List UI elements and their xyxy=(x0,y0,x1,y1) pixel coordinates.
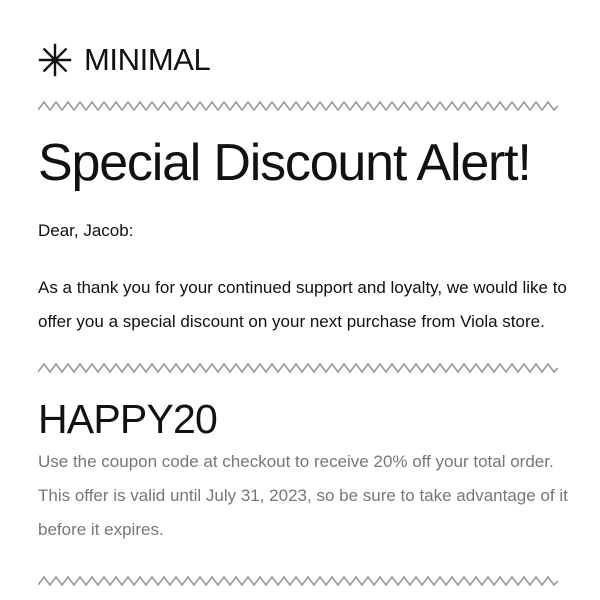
coupon-instruction: Use the coupon code at checkout to recei… xyxy=(38,452,554,471)
brand-name: MINIMAL xyxy=(84,42,211,77)
zigzag-divider-bottom xyxy=(38,575,558,587)
coupon-validity: This offer is valid until July 31, 2023,… xyxy=(38,486,568,539)
discount-email: MINIMAL Special Discount Alert! Dear, Ja… xyxy=(0,0,600,600)
zigzag-divider-top xyxy=(38,100,558,112)
zigzag-divider-middle xyxy=(38,362,558,374)
brand-header: MINIMAL xyxy=(38,40,211,80)
coupon-details: Use the coupon code at checkout to recei… xyxy=(38,445,568,547)
coupon-code: HAPPY20 xyxy=(38,396,218,442)
asterisk-icon xyxy=(38,43,72,77)
page-title: Special Discount Alert! xyxy=(38,134,532,192)
greeting: Dear, Jacob: xyxy=(38,221,134,240)
thank-you-message: As a thank you for your continued suppor… xyxy=(38,278,567,331)
